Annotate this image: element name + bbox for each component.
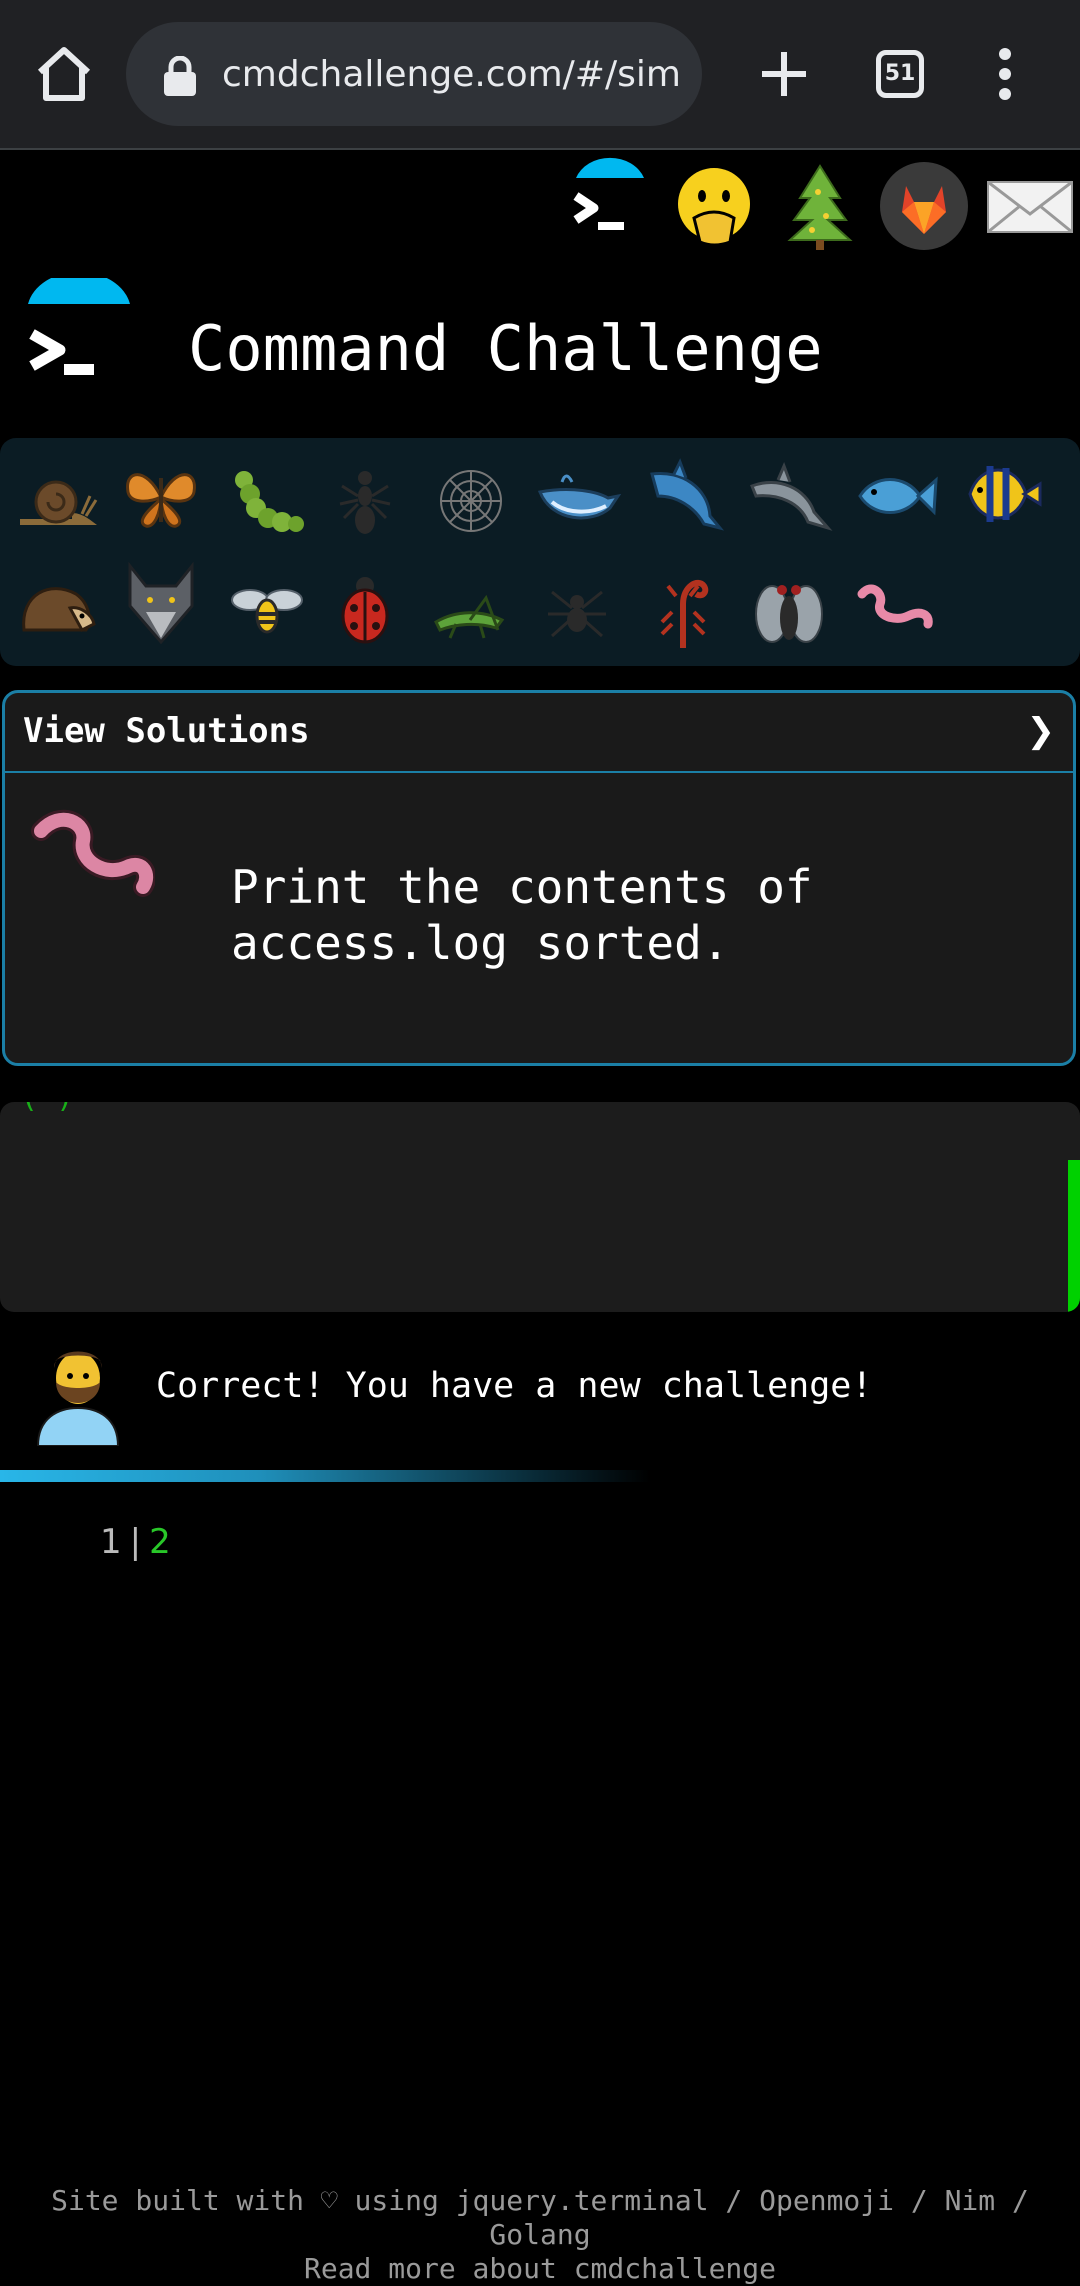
face-with-hand-over-mouth-icon[interactable] — [664, 156, 764, 256]
challenge-animal-grid — [0, 438, 1080, 666]
spider-icon[interactable] — [532, 564, 622, 654]
wolf-icon[interactable] — [116, 556, 206, 646]
home-icon[interactable] — [32, 42, 96, 106]
feedback-message: Correct! You have a new challenge! — [156, 1366, 873, 1406]
new-tab-icon[interactable] — [752, 42, 816, 106]
tree-icon[interactable] — [770, 156, 870, 256]
challenge-description: Print the contents of access.log sorted. — [231, 860, 813, 970]
fly-icon[interactable] — [744, 564, 834, 654]
footer-separator: / — [708, 2184, 760, 2217]
menu-icon[interactable] — [990, 42, 1020, 106]
caterpillar-icon[interactable] — [222, 456, 312, 546]
ladybug-icon[interactable] — [320, 564, 410, 654]
butterfly-icon[interactable] — [116, 452, 206, 542]
nim-link[interactable]: Nim — [945, 2184, 996, 2217]
snail-icon[interactable] — [10, 456, 100, 546]
jquery-terminal-link[interactable]: jquery.terminal — [456, 2184, 709, 2217]
footer-line-1: Site built with ♡ using jquery.terminal … — [0, 2184, 1080, 2252]
openmoji-link[interactable]: Openmoji — [759, 2184, 894, 2217]
lock-icon — [164, 56, 196, 96]
level-separator: | — [129, 1522, 142, 1562]
level-current[interactable]: 2 — [149, 1522, 171, 1562]
page-title: Command Challenge — [188, 312, 823, 385]
cricket-icon[interactable] — [426, 564, 516, 654]
browser-toolbar: cmdchallenge.com/#/simp 51 — [0, 0, 1080, 150]
ant-icon[interactable] — [320, 456, 410, 546]
fish-icon[interactable] — [850, 452, 940, 542]
footer-separator: / — [894, 2184, 945, 2217]
top-icon-bar — [0, 150, 1080, 260]
challenge-panel: View Solutions ❯ Print the contents of a… — [2, 690, 1076, 1066]
golang-link[interactable]: Golang — [489, 2218, 590, 2251]
terminal-input[interactable]: ( ) — [0, 1102, 1080, 1312]
view-solutions-label[interactable]: View Solutions — [23, 711, 310, 751]
hedgehog-icon[interactable] — [10, 564, 100, 654]
level-previous[interactable]: 1 — [100, 1522, 122, 1562]
logo-terminal-icon — [28, 278, 130, 375]
whale-icon[interactable] — [532, 452, 622, 542]
scorpion-icon[interactable] — [638, 564, 728, 654]
worm-challenge-icon — [31, 809, 155, 897]
dolphin-gray-icon[interactable] — [744, 452, 834, 542]
address-bar[interactable]: cmdchallenge.com/#/simp — [126, 22, 702, 126]
level-indicator: 1 | 2 — [100, 1522, 171, 1562]
tropical-fish-icon[interactable] — [956, 448, 1046, 538]
envelope-icon[interactable] — [980, 156, 1080, 256]
terminal-scrollbar[interactable] — [1068, 1160, 1080, 1312]
footer-prefix: Site built with ♡ using — [51, 2184, 456, 2217]
tab-switcher-button[interactable]: 51 — [876, 50, 924, 98]
avatar — [36, 1351, 120, 1446]
bee-icon[interactable] — [222, 564, 312, 654]
dolphin-blue-icon[interactable] — [638, 452, 728, 542]
url-text: cmdchallenge.com/#/simp — [222, 54, 682, 95]
spider-web-icon[interactable] — [426, 456, 516, 546]
read-more-link[interactable]: Read more about cmdchallenge — [304, 2252, 776, 2285]
footer-separator: / — [995, 2184, 1029, 2217]
worm-icon[interactable] — [850, 564, 940, 654]
gitlab-icon[interactable] — [874, 156, 974, 256]
terminal-icon[interactable] — [560, 156, 660, 256]
footer: Site built with ♡ using jquery.terminal … — [0, 2184, 1080, 2286]
terminal-prompt-fragment: ( ) — [20, 1102, 74, 1115]
progress-bar — [0, 1470, 650, 1482]
chevron-right-icon[interactable]: ❯ — [1027, 711, 1056, 751]
view-solutions-header[interactable]: View Solutions ❯ — [5, 693, 1073, 773]
